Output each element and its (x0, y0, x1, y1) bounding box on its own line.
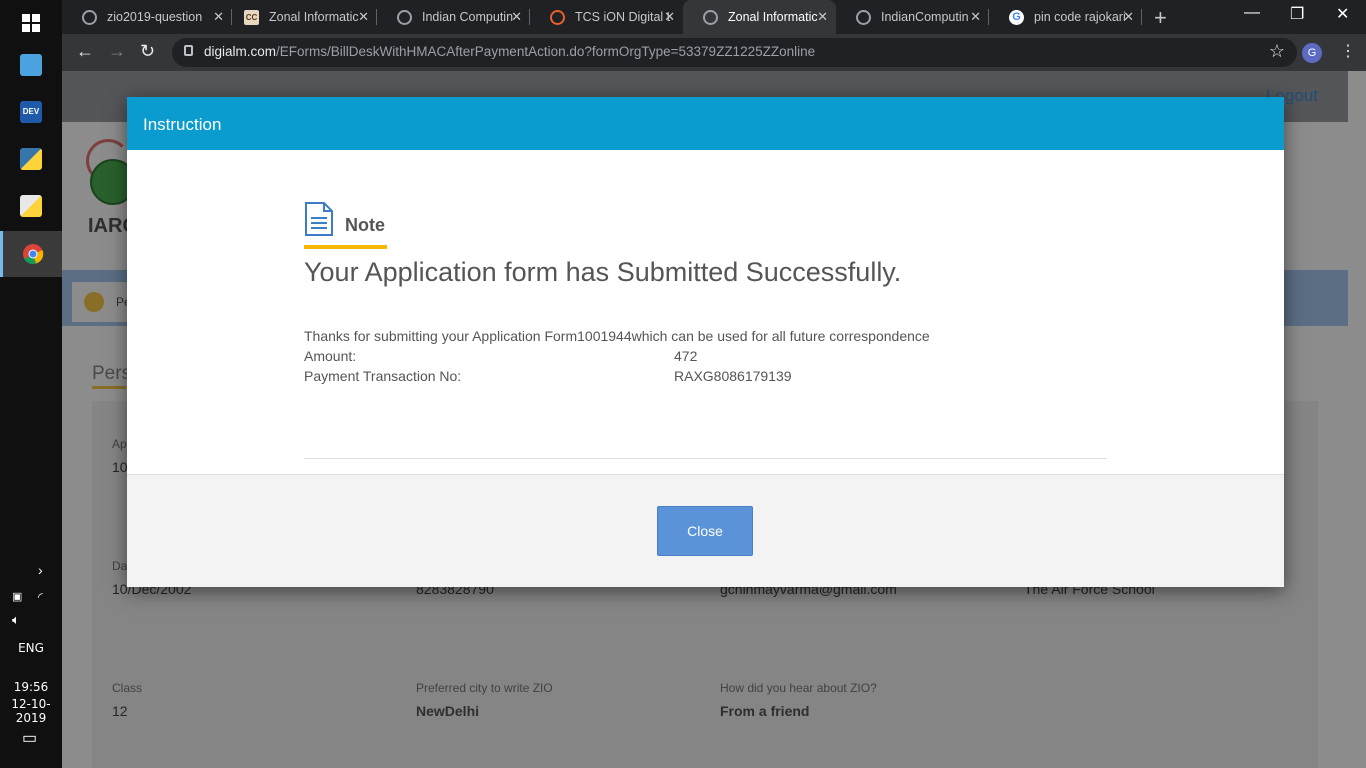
windows-taskbar: DEV › ▣ ◜ 🔈︎ ENG 19:56 12-10-2019 ▭ (0, 0, 62, 768)
tab-5-active[interactable]: Zonal Informatic ✕ (683, 0, 836, 34)
close-tab-icon[interactable]: ✕ (511, 9, 522, 25)
close-tab-icon[interactable]: ✕ (970, 9, 981, 25)
modal-footer: Close (127, 474, 1284, 587)
start-button[interactable] (0, 0, 62, 46)
tab-title: Zonal Informatic (269, 10, 359, 24)
dev-icon: DEV (20, 101, 42, 123)
tab-3[interactable]: Indian Computin ✕ (377, 0, 530, 34)
python-icon (20, 148, 42, 170)
cc-icon: CC (244, 9, 259, 25)
taskbar-app-python[interactable] (0, 136, 62, 182)
volume-icon[interactable]: 🔈︎ (12, 612, 20, 628)
transaction-label: Payment Transaction No: (304, 368, 462, 384)
control-panel-icon (20, 54, 42, 76)
profile-avatar[interactable]: G (1302, 43, 1322, 63)
menu-dots-icon[interactable]: ⋮ (1340, 41, 1356, 61)
reload-icon[interactable]: ↻ (140, 41, 155, 62)
taskbar-app-devcpp[interactable]: DEV (0, 89, 62, 135)
amount-value: 472 (674, 348, 698, 364)
tab-2[interactable]: CC Zonal Informatic ✕ (224, 0, 377, 34)
language-indicator[interactable]: ENG (0, 641, 62, 655)
modal-header: Instruction (127, 97, 1284, 150)
url-host: digialm.com (204, 44, 277, 59)
divider (304, 458, 1107, 459)
tab-title: Zonal Informatic (728, 10, 818, 24)
tcs-icon (550, 9, 565, 25)
new-tab-plus-icon[interactable]: + (1154, 5, 1167, 31)
globe-icon (856, 9, 871, 25)
battery-icon[interactable]: ▣ (12, 590, 22, 603)
tab-4[interactable]: TCS iON Digital L ✕ (530, 0, 683, 34)
globe-icon (397, 9, 412, 25)
google-icon: G (1009, 9, 1024, 25)
document-icon (305, 202, 333, 236)
address-bar[interactable]: digialm.com/EForms/BillDeskWithHMACAfter… (172, 38, 1297, 67)
note-underline (304, 245, 387, 249)
tab-title: TCS iON Digital L (575, 10, 670, 24)
transaction-value: RAXG8086179139 (674, 368, 792, 384)
globe-icon (82, 9, 97, 25)
python-file-icon (20, 195, 42, 217)
screen: DEV › ▣ ◜ 🔈︎ ENG 19:56 12-10-2019 ▭ zio2… (0, 0, 1366, 768)
clock-date[interactable]: 12-10-2019 (0, 697, 62, 725)
forward-arrow-icon[interactable]: → (108, 41, 126, 62)
tab-7[interactable]: G pin code rajokari ✕ (989, 0, 1142, 34)
taskbar-app-python-file[interactable] (0, 183, 62, 229)
globe-icon (703, 9, 718, 25)
bookmark-star-icon[interactable]: ☆ (1269, 41, 1285, 62)
tab-1[interactable]: zio2019-question ✕ (62, 0, 232, 34)
clock-time[interactable]: 19:56 (0, 680, 62, 694)
close-tab-icon[interactable]: ✕ (817, 9, 828, 25)
close-button[interactable]: Close (657, 506, 753, 556)
tab-6[interactable]: IndianComputin ✕ (836, 0, 989, 34)
action-center-icon[interactable]: ▭ (22, 728, 37, 748)
success-title: Your Application form has Submitted Succ… (304, 257, 902, 287)
web-page: Logout IARC Pe Pers Ap 10 Da 10/Dec/2002… (62, 71, 1366, 768)
wifi-icon[interactable]: ◜ (38, 590, 43, 604)
close-tab-icon[interactable]: ✕ (664, 9, 675, 25)
url-path: /EForms/BillDeskWithHMACAfterPaymentActi… (276, 44, 816, 59)
restore-icon[interactable]: ❐ (1290, 4, 1304, 24)
chrome-window: zio2019-question ✕ CC Zonal Informatic ✕… (62, 0, 1366, 768)
tab-title: zio2019-question (107, 10, 202, 24)
taskbar-app-control-panel[interactable] (0, 42, 62, 88)
windows-logo-icon (22, 14, 40, 32)
thanks-text: Thanks for submitting your Application F… (304, 328, 930, 344)
back-arrow-icon[interactable]: ← (76, 41, 94, 62)
taskbar-app-chrome[interactable] (0, 231, 62, 277)
close-tab-icon[interactable]: ✕ (358, 9, 369, 25)
minimize-icon[interactable]: — (1244, 4, 1260, 22)
url-text[interactable]: digialm.com/EForms/BillDeskWithHMACAfter… (204, 44, 815, 59)
tab-strip: zio2019-question ✕ CC Zonal Informatic ✕… (62, 0, 1366, 34)
lock-icon (184, 45, 193, 56)
show-hidden-icons-chevron-icon[interactable]: › (38, 562, 43, 578)
close-tab-icon[interactable]: ✕ (1123, 9, 1134, 25)
note-label: Note (345, 215, 385, 235)
tab-title: Indian Computin (422, 10, 514, 24)
amount-label: Amount: (304, 348, 357, 364)
close-window-icon[interactable]: ✕ (1336, 4, 1349, 24)
browser-toolbar: ← → ↻ digialm.com/EForms/BillDeskWithHMA… (62, 34, 1366, 71)
close-tab-icon[interactable]: ✕ (213, 9, 224, 25)
chrome-icon (22, 244, 43, 264)
tab-title: IndianComputin (881, 10, 969, 24)
instruction-modal: Instruction Note Your Application form h… (127, 97, 1284, 587)
tab-title: pin code rajokari (1034, 10, 1126, 24)
